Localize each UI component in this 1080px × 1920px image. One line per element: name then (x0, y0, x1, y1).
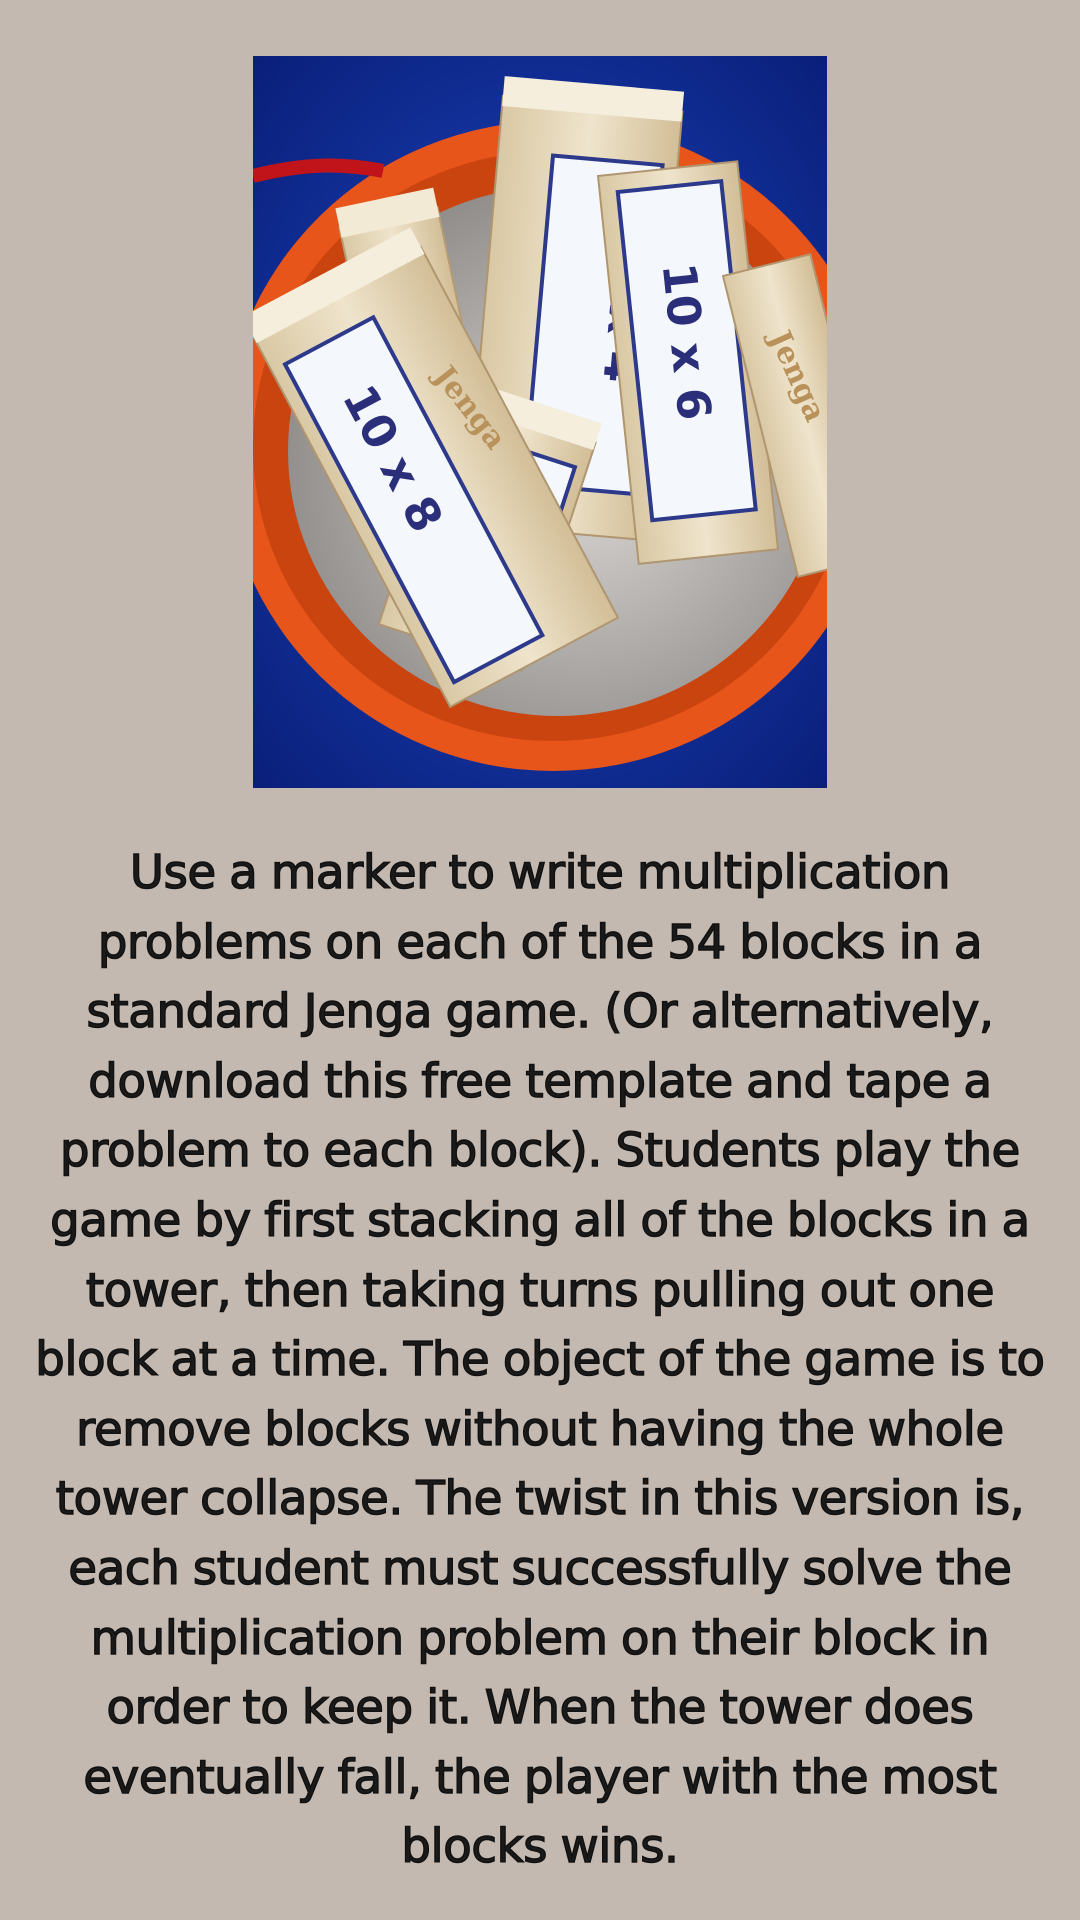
jenga-photo: 9 x 4 10 x 6 Jenga 12 10 x 8 Jenga (253, 56, 827, 788)
instructions-paragraph: Use a marker to write multiplication pro… (35, 844, 1046, 1874)
